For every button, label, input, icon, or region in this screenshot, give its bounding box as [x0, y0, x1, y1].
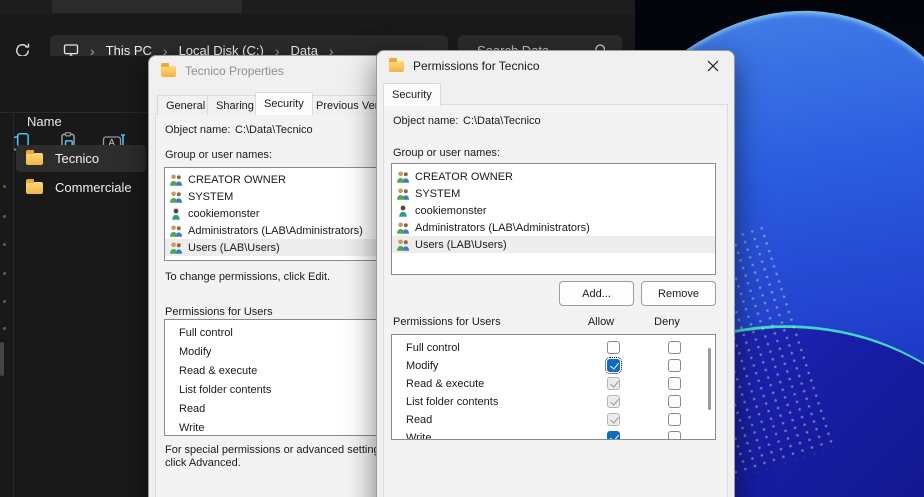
remove-button[interactable]: Remove [641, 281, 716, 306]
perm-list-folder: List folder contents [179, 384, 271, 396]
group-icon [169, 174, 183, 186]
tab-security[interactable]: Security [383, 83, 441, 106]
deny-checkbox-modify[interactable] [668, 359, 681, 372]
list-item-system[interactable]: SYSTEM [165, 188, 377, 205]
file-name: Commerciale [55, 180, 132, 195]
object-name-label: Object name: [393, 115, 458, 127]
file-row-tecnico[interactable]: Tecnico [16, 145, 146, 172]
nav-item-dot [3, 300, 6, 303]
advanced-hint-line2: click Advanced. [165, 457, 241, 469]
perm-read: Read [179, 403, 205, 415]
perm-row-write: Write [392, 429, 715, 440]
dialog-title: Tecnico Properties [185, 64, 284, 78]
explorer-tab-strip [0, 0, 635, 14]
object-name-value: C:\Data\Tecnico [235, 124, 313, 136]
file-name: Tecnico [55, 151, 99, 166]
group-icon [396, 188, 410, 200]
allow-checkbox-modify[interactable] [607, 359, 620, 372]
list-item-users[interactable]: Users (LAB\Users) [392, 236, 715, 253]
list-item-cookiemonster[interactable]: cookiemonster [165, 205, 377, 222]
group-user-names-label: Group or user names: [165, 149, 272, 161]
permissions-for-users-label: Permissions for Users [165, 306, 273, 318]
deny-column-header: Deny [649, 316, 685, 328]
allow-checkbox-full-control[interactable] [607, 341, 620, 354]
group-icon [169, 191, 183, 203]
folder-icon [161, 66, 176, 77]
object-name-value: C:\Data\Tecnico [463, 115, 541, 127]
group-icon [169, 225, 183, 237]
deny-checkbox-read-execute[interactable] [668, 377, 681, 390]
nav-item-dot [3, 327, 6, 330]
deny-checkbox-full-control[interactable] [668, 341, 681, 354]
user-icon [169, 208, 183, 220]
list-item-administrators[interactable]: Administrators (LAB\Administrators) [392, 219, 715, 236]
screen: › This PC › Local Disk (C:) › Data › Sea… [0, 0, 924, 497]
file-row-commerciale[interactable]: Commerciale [16, 174, 146, 201]
perm-row-read: Read [392, 411, 715, 429]
perm-row-read-execute: Read & execute [392, 375, 715, 393]
group-icon [396, 239, 410, 251]
add-button[interactable]: Add... [559, 281, 634, 306]
nav-item-dot [3, 243, 6, 246]
list-item-users[interactable]: Users (LAB\Users) [165, 239, 377, 256]
folder-icon [389, 61, 404, 72]
allow-checkbox-list-folder[interactable] [607, 395, 620, 408]
list-item-creator-owner[interactable]: CREATOR OWNER [392, 168, 715, 185]
allow-column-header: Allow [583, 316, 619, 328]
perm-write: Write [179, 422, 204, 434]
allow-checkbox-read[interactable] [607, 413, 620, 426]
perm-read-execute: Read & execute [179, 365, 257, 377]
group-icon [396, 171, 410, 183]
perm-row-full-control: Full control [392, 339, 715, 357]
tab-security[interactable]: Security [255, 92, 313, 115]
explorer-tab[interactable] [52, 0, 242, 13]
deny-checkbox-read[interactable] [668, 413, 681, 426]
perm-row-modify: Modify [392, 357, 715, 375]
permissions-listbox[interactable]: Full control Modify Read & execute List … [164, 319, 378, 436]
properties-dialog: Tecnico Properties General Sharing Secur… [148, 55, 396, 497]
nav-item-dot [3, 185, 6, 188]
properties-dialog-titlebar[interactable]: Tecnico Properties [149, 56, 395, 86]
perm-row-list-folder-contents: List folder contents [392, 393, 715, 411]
list-item-creator-owner[interactable]: CREATOR OWNER [165, 171, 377, 188]
advanced-hint-line1: For special permissions or advanced sett… [165, 444, 380, 456]
group-user-listbox[interactable]: CREATOR OWNER SYSTEM cookiemonster Admin… [391, 163, 716, 275]
group-icon [169, 242, 183, 254]
perm-modify: Modify [179, 346, 211, 358]
user-icon [396, 205, 410, 217]
edit-hint: To change permissions, click Edit. [165, 271, 330, 283]
nav-scrollbar-thumb[interactable] [0, 342, 4, 376]
permissions-dialog: Permissions for Tecnico Security Object … [376, 50, 735, 497]
column-header-name[interactable]: Name [27, 114, 62, 129]
list-scrollbar-thumb[interactable] [708, 348, 711, 410]
list-item-cookiemonster[interactable]: cookiemonster [392, 202, 715, 219]
folder-icon [26, 153, 43, 165]
dialog-title: Permissions for Tecnico [413, 59, 540, 73]
permissions-checkbox-list[interactable]: Full control Modify Read & execute List … [391, 334, 716, 440]
deny-checkbox-list-folder[interactable] [668, 395, 681, 408]
group-user-names-label: Group or user names: [393, 147, 500, 159]
tab-general[interactable]: General [157, 95, 214, 115]
folder-icon [26, 182, 43, 194]
close-icon[interactable] [698, 53, 728, 79]
group-icon [396, 222, 410, 234]
object-name-label: Object name: [165, 124, 230, 136]
allow-checkbox-write[interactable] [607, 431, 620, 440]
group-user-listbox[interactable]: CREATOR OWNER SYSTEM cookiemonster Admin… [164, 167, 378, 261]
deny-checkbox-write[interactable] [668, 431, 681, 440]
nav-item-dot [3, 272, 6, 275]
allow-checkbox-read-execute[interactable] [607, 377, 620, 390]
list-item-administrators[interactable]: Administrators (LAB\Administrators) [165, 222, 377, 239]
perm-full-control: Full control [179, 327, 233, 339]
nav-item-dot [3, 215, 6, 218]
permissions-dialog-titlebar[interactable]: Permissions for Tecnico [377, 51, 734, 81]
list-item-system[interactable]: SYSTEM [392, 185, 715, 202]
permissions-for-users-label: Permissions for Users [393, 316, 501, 328]
navigation-pane-edge [0, 113, 14, 497]
